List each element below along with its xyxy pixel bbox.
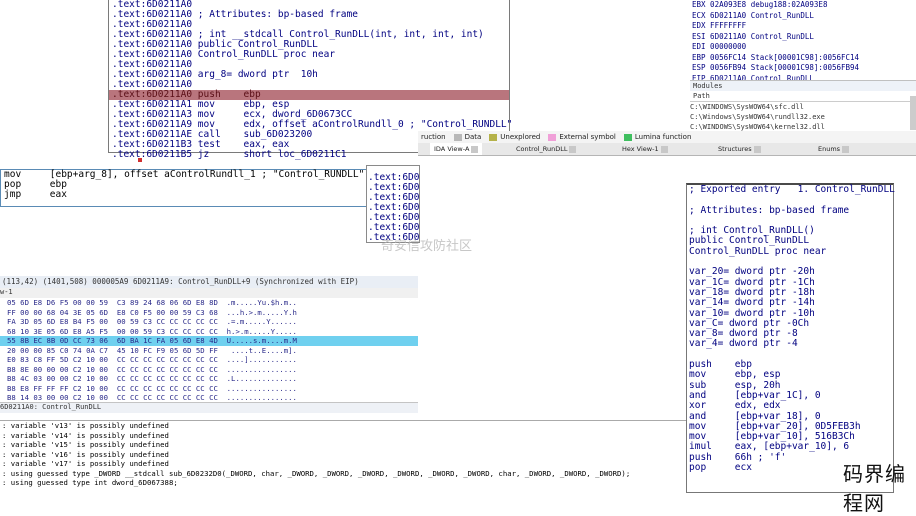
hex-row[interactable]: 20 00 00 85 C0 74 0A C7 45 10 FC F9 05 6… xyxy=(0,346,418,356)
close-icon[interactable] xyxy=(842,145,850,153)
close-icon[interactable] xyxy=(471,145,479,153)
tab-ida-view-a[interactable]: IDA View-A xyxy=(430,143,483,155)
legend-item: ruction xyxy=(421,133,446,141)
hex-row[interactable]: B8 E8 FF FF FF C2 10 00 CC CC CC CC CC C… xyxy=(0,384,418,394)
legend-item: Lumina function xyxy=(623,133,691,141)
hex-row[interactable]: E0 83 C8 FF 5D C2 10 00 CC CC CC CC CC C… xyxy=(0,355,418,365)
register-row[interactable]: ESI 6D0211A0 Control_RunDLL xyxy=(690,32,916,43)
hex-row[interactable]: B8 4C 03 00 00 C2 10 00 CC CC CC CC CC C… xyxy=(0,374,418,384)
hex-row[interactable]: 68 10 3E 05 6D E8 A5 F5 00 00 59 C3 CC C… xyxy=(0,327,418,337)
instruction-line[interactable]: ; Exported entry 1. Control_RunDLL xyxy=(687,184,895,195)
instruction-line[interactable]: ; Attributes: bp-based frame xyxy=(687,205,893,216)
close-icon[interactable] xyxy=(569,145,577,153)
watermark-text: 奇安信攻防社区 xyxy=(381,239,473,254)
modules-panel[interactable]: Modules Path C:\WINDOWS\SysWOW64\sfc.dll… xyxy=(690,80,916,133)
hex-row[interactable]: FF 00 00 68 04 3E 05 6D E8 C0 F5 00 00 5… xyxy=(0,308,418,318)
legend-swatch xyxy=(453,133,462,141)
graph-node-small[interactable]: .text:6D0 .text:6D0 .text:6D0 .text:6D0 .tex… xyxy=(366,165,420,243)
status-bar: (113,42) (1401,508) 000005A9 6D0211A9: C… xyxy=(0,276,418,288)
tab-hex-view-1[interactable]: Hex View-1 xyxy=(618,143,672,155)
output-line[interactable]: : variable 'v17' is possibly undefined xyxy=(0,459,690,469)
module-row[interactable]: C:\WINDOWS\SysWOW64\sfc.dll xyxy=(690,102,916,112)
site-logo: 码界编程网 xyxy=(843,462,906,515)
register-row[interactable]: EDI 00000000 xyxy=(690,42,916,53)
output-line[interactable]: : variable 'v15' is possibly undefined xyxy=(0,440,690,450)
output-line[interactable]: : variable 'v16' is possibly undefined xyxy=(0,450,690,460)
navigation-legend: ruction Data Unexplored External symbol Lumi… xyxy=(418,131,916,143)
tab-control-rundll[interactable]: Control_RunDLL xyxy=(512,143,580,155)
register-row[interactable]: EDX FFFFFFFF xyxy=(690,21,916,32)
legend-item: Data xyxy=(453,133,481,141)
register-row[interactable]: EBP 0056FC14 Stack[00001C98]:0056FC14 xyxy=(690,53,916,64)
modules-path-header[interactable]: Path xyxy=(690,91,916,102)
graph-node-block[interactable]: mov [ebp+arg_8], offset aControlRundll_1… xyxy=(0,169,369,207)
instruction-line[interactable]: xor edx, edx xyxy=(687,400,893,411)
instruction-line[interactable]: Control_RunDLL proc near xyxy=(687,246,893,257)
output-line[interactable]: : using guessed type _DWORD __stdcall su… xyxy=(0,469,690,479)
modules-title: Modules xyxy=(690,81,916,91)
ida-view-a-graph-node[interactable]: ; Exported entry 1. Control_RunDLL ; Attr… xyxy=(686,183,895,493)
graph-arrow-marker xyxy=(138,158,142,162)
module-row[interactable]: C:\Windows\SysWOW64\rundll32.exe xyxy=(690,112,916,122)
register-row[interactable]: EBX 02A093E8 debug188:02A093E8 xyxy=(690,0,916,11)
legend-swatch xyxy=(623,133,632,141)
output-line[interactable]: : using guessed type int dword_6D067388; xyxy=(0,478,690,488)
hex-row[interactable]: 55 8B EC 8B 0D CC 73 06 6D BA 1C FA 05 6… xyxy=(0,336,418,346)
output-line[interactable]: : variable 'v14' is possibly undefined xyxy=(0,431,690,441)
hex-view-footer: 6D0211A0: Control_RunDLL xyxy=(0,402,418,413)
hex-view-title[interactable]: w-1 xyxy=(0,288,418,298)
output-line[interactable]: : variable 'v13' is possibly undefined xyxy=(0,421,690,431)
tab-structures[interactable]: Structures xyxy=(714,143,765,155)
output-window[interactable]: : variable 'v13' is possibly undefined: … xyxy=(0,420,690,491)
legend-swatch xyxy=(548,133,557,141)
register-row[interactable]: ESP 0056FB94 Stack[00001C98]:0056FB94 xyxy=(690,63,916,74)
instruction-line[interactable]: var_4= dword ptr -4 xyxy=(687,339,893,350)
legend-swatch xyxy=(489,133,498,141)
legend-item: External symbol xyxy=(548,133,616,141)
register-row[interactable]: ECX 6D0211A0 Control_RunDLL xyxy=(690,11,916,22)
hex-row[interactable]: 05 6D E8 D6 F5 00 00 59 C3 89 24 68 06 6… xyxy=(0,298,418,308)
instruction-line[interactable]: jmp eax xyxy=(1,190,368,200)
hex-row[interactable]: B8 8E 00 00 00 C2 10 00 CC CC CC CC CC C… xyxy=(0,365,418,375)
hex-row[interactable]: FA 3D 05 6D E8 B4 F5 00 00 59 C3 CC CC C… xyxy=(0,317,418,327)
close-icon[interactable] xyxy=(753,145,761,153)
legend-item: Unexplored xyxy=(489,133,540,141)
modules-scrollbar[interactable] xyxy=(910,96,916,130)
view-tabs[interactable]: IDA View-A Control_RunDLL Hex View-1 Struct… xyxy=(418,143,916,156)
close-icon[interactable] xyxy=(660,145,668,153)
hex-view[interactable]: 05 6D E8 D6 F5 00 00 59 C3 89 24 68 06 6… xyxy=(0,298,418,402)
registers-panel[interactable]: EBX 02A093E8 debug188:02A093E8 ECX 6D0211… xyxy=(690,0,916,83)
tab-enums[interactable]: Enums xyxy=(814,143,853,155)
